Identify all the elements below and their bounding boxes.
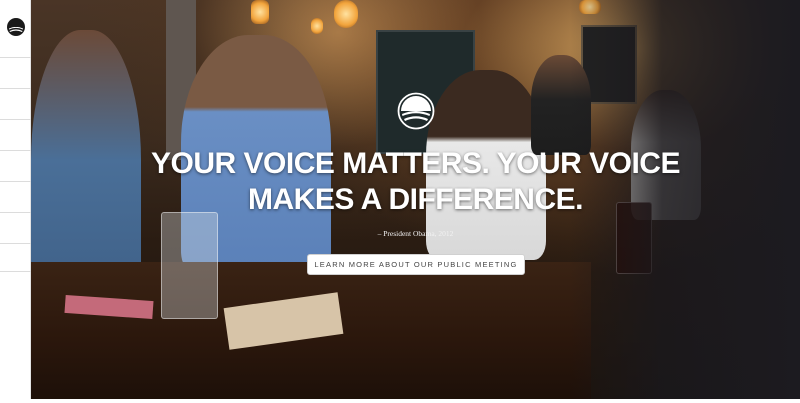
obama-foundation-logo-icon bbox=[397, 92, 435, 130]
learn-more-button[interactable]: LEARN MORE ABOUT OUR PUBLIC MEETING bbox=[307, 254, 525, 275]
page-bottom-edge bbox=[0, 399, 800, 403]
nav-item-3[interactable] bbox=[0, 119, 31, 149]
nav-item-2[interactable] bbox=[0, 88, 31, 118]
nav-item-6[interactable] bbox=[0, 212, 31, 242]
obama-foundation-logo-icon[interactable] bbox=[6, 17, 26, 37]
nav-item-5[interactable] bbox=[0, 181, 31, 211]
side-nav-rail bbox=[0, 0, 31, 403]
headline-line-1: YOUR VOICE MATTERS. YOUR VOICE bbox=[151, 147, 680, 180]
hero-overlay: YOUR VOICE MATTERS. YOUR VOICE MAKES A D… bbox=[31, 0, 800, 403]
nav-item-4[interactable] bbox=[0, 150, 31, 180]
quote-attribution: – President Obama, 2012 bbox=[377, 229, 454, 238]
hero-headline: YOUR VOICE MATTERS. YOUR VOICE MAKES A D… bbox=[31, 146, 800, 218]
nav-divider bbox=[0, 271, 31, 272]
nav-item-1[interactable] bbox=[0, 57, 31, 87]
headline-line-2: MAKES A DIFFERENCE. bbox=[248, 183, 583, 216]
nav-item-7[interactable] bbox=[0, 243, 31, 273]
